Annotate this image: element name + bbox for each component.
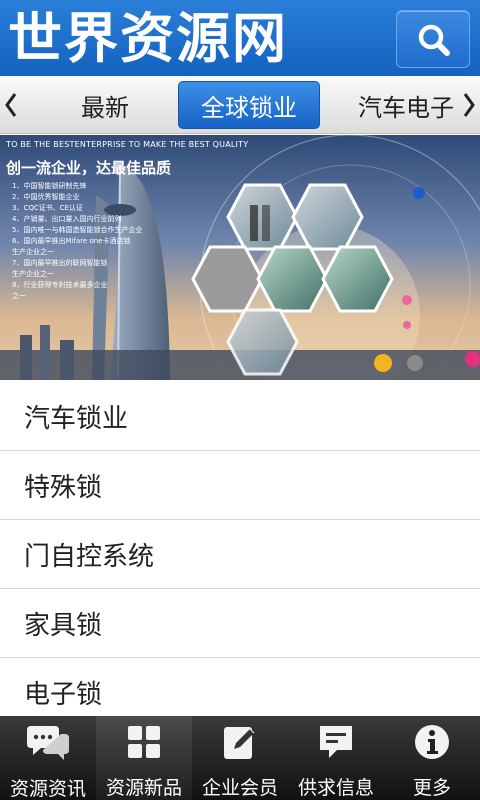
- tab-global-locks[interactable]: 全球锁业: [178, 81, 320, 129]
- tab-auto-electronics[interactable]: 汽车电子: [338, 81, 466, 129]
- grid-icon: [128, 725, 160, 758]
- message-icon: [320, 725, 352, 758]
- header-bar: 世界资源网: [0, 0, 480, 76]
- info-icon: [415, 724, 449, 759]
- list-item-furniture-locks[interactable]: 家具锁: [0, 589, 480, 658]
- search-button[interactable]: [396, 10, 470, 68]
- tabs-prev-button[interactable]: [0, 76, 22, 134]
- nav-label: 更多: [412, 777, 451, 799]
- banner-point: 6、国内最早推出Mifare one卡酒店锁: [12, 237, 131, 245]
- banner-points: 1、中国智能锁研制先锋 2、中国优秀智能企业 3、CQC证书、CE认证 4、产销…: [12, 181, 142, 302]
- banner-tagline-en: TO BE THE BESTENTERPRISE TO MAKE THE BES…: [6, 140, 249, 149]
- app-root: 世界资源网 最新 全球锁业 汽车电子 TO BE THE BESTENTERPR…: [0, 0, 480, 800]
- bottom-nav: 资源资讯 资源新品 企业会员 供求信息 更多: [0, 716, 480, 800]
- nav-member-companies[interactable]: 企业会员: [192, 716, 288, 800]
- banner-point: 生产企业之一: [12, 270, 54, 278]
- banner-point: 8、行业获得专利技术最多企业: [12, 281, 108, 289]
- list-item-auto-locks[interactable]: 汽车锁业: [0, 382, 480, 451]
- nav-resource-products[interactable]: 资源新品: [96, 716, 192, 800]
- tab-latest[interactable]: 最新: [30, 81, 180, 129]
- chevron-left-icon: [5, 93, 17, 117]
- nav-more[interactable]: 更多: [384, 716, 480, 800]
- banner-point: 之一: [12, 292, 26, 300]
- banner-point: 5、国内唯一与韩国造智能锁合作生产企业: [12, 226, 143, 234]
- chevron-right-icon: [463, 93, 475, 117]
- edit-note-icon: [224, 726, 255, 759]
- list-item-special-locks[interactable]: 特殊锁: [0, 451, 480, 520]
- nav-label: 供求信息: [297, 777, 374, 799]
- tabs-next-button[interactable]: [458, 76, 480, 134]
- banner-slogan: 创一流企业，达最佳品质: [6, 159, 172, 177]
- nav-supply-demand[interactable]: 供求信息: [288, 716, 384, 800]
- banner-point: 4、产销量、出口量入国内行业前列: [12, 215, 122, 223]
- search-icon: [418, 24, 450, 56]
- banner-point: 生产企业之一: [12, 248, 54, 256]
- banner-point: 1、中国智能锁研制先锋: [12, 182, 87, 190]
- nav-resource-news[interactable]: 资源资讯: [0, 716, 96, 800]
- category-list: 汽车锁业 特殊锁 门自控系统 家具锁 电子锁: [0, 382, 480, 727]
- app-logo: 世界资源网: [8, 6, 288, 70]
- promo-banner[interactable]: TO BE THE BESTENTERPRISE TO MAKE THE BES…: [0, 135, 480, 380]
- category-tabs: 最新 全球锁业 汽车电子: [0, 76, 480, 134]
- nav-label: 资源资讯: [9, 778, 86, 800]
- nav-label: 资源新品: [105, 777, 182, 799]
- nav-label: 企业会员: [201, 777, 278, 799]
- chat-bubbles-icon: [27, 726, 69, 760]
- banner-point: 3、CQC证书、CE认证: [12, 204, 84, 212]
- list-item-door-control[interactable]: 门自控系统: [0, 520, 480, 589]
- banner-point: 7、国内最早推出的联网智能锁: [12, 259, 108, 267]
- banner-point: 2、中国优秀智能企业: [12, 193, 80, 201]
